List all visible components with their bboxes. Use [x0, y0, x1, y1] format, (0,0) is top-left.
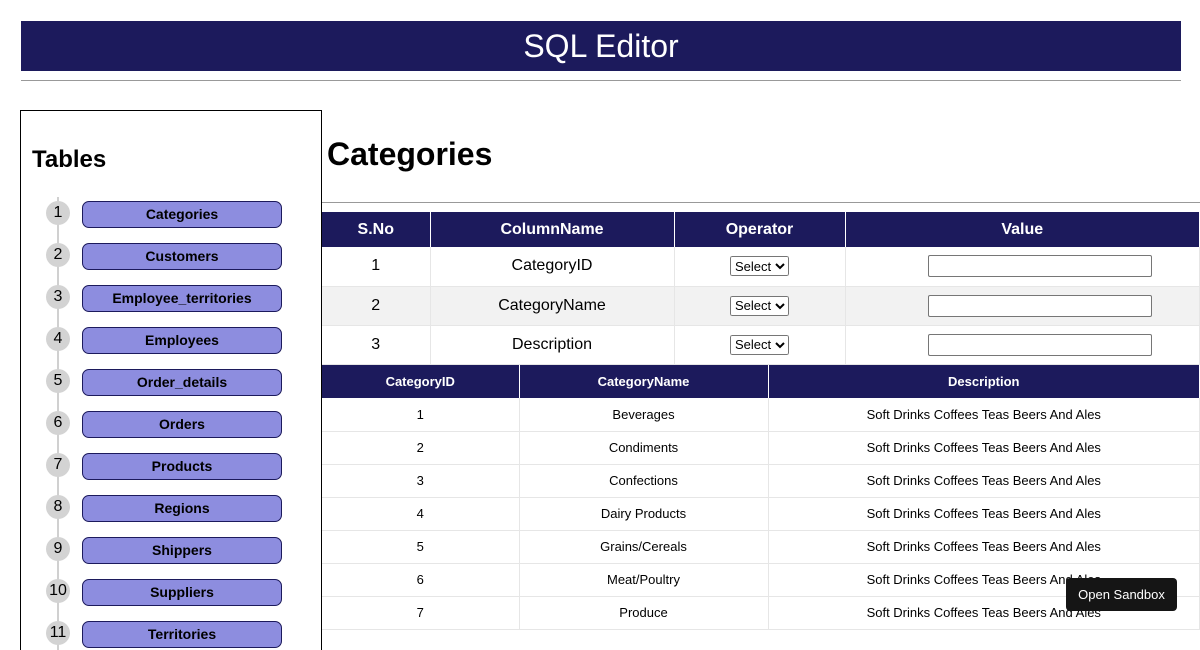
table-row: 5 Grains/Cereals Soft Drinks Coffees Tea…	[322, 530, 1200, 564]
app-header: SQL Editor	[21, 21, 1181, 71]
description-cell: Soft Drinks Coffees Teas Beers And Ales	[768, 398, 1200, 432]
table-list-item: 2 Customers	[21, 233, 321, 275]
table-list-item: 1 Categories	[21, 191, 321, 233]
header-divider	[21, 80, 1181, 81]
filter-table: S.No ColumnName Operator Value 1 Categor…	[322, 212, 1200, 365]
filter-row: 2 CategoryName Select	[322, 286, 1200, 326]
value-cell	[845, 247, 1200, 287]
serial-number: 2	[322, 286, 431, 326]
column-name: CategoryID	[430, 247, 675, 287]
category-name-cell: Grains/Cereals	[519, 530, 769, 564]
operator-select[interactable]: Select	[730, 295, 789, 316]
value-cell	[845, 286, 1200, 326]
category-name-cell: Condiments	[519, 431, 769, 465]
table-list-item: 8 Regions	[21, 485, 321, 527]
category-id-cell: 2	[322, 431, 520, 465]
filter-row: 3 Description Select	[322, 325, 1200, 365]
table-button-customers[interactable]: Customers	[82, 243, 282, 270]
item-number-badge: 6	[46, 411, 70, 435]
item-number-badge: 10	[46, 579, 70, 603]
category-id-cell: 5	[322, 530, 520, 564]
column-header: Value	[845, 212, 1200, 247]
table-button-employee-territories[interactable]: Employee_territories	[82, 285, 282, 312]
item-number-badge: 7	[46, 453, 70, 477]
table-button-categories[interactable]: Categories	[82, 201, 282, 228]
value-cell	[845, 325, 1200, 365]
table-list-item: 9 Shippers	[21, 527, 321, 569]
description-cell: Soft Drinks Coffees Teas Beers And Ales	[768, 431, 1200, 465]
serial-number: 1	[322, 247, 431, 287]
column-name: Description	[430, 325, 675, 365]
table-button-orders[interactable]: Orders	[82, 411, 282, 438]
description-cell: Soft Drinks Coffees Teas Beers And Ales	[768, 464, 1200, 498]
page-title: Categories	[327, 136, 493, 172]
category-name-cell: Confections	[519, 464, 769, 498]
sidebar-title: Tables	[32, 146, 107, 173]
table-row: 3 Confections Soft Drinks Coffees Teas B…	[322, 464, 1200, 498]
category-id-cell: 1	[322, 398, 520, 432]
item-number-badge: 4	[46, 327, 70, 351]
filter-header-row: S.No ColumnName Operator Value	[322, 212, 1200, 247]
table-list-item: 7 Products	[21, 443, 321, 485]
table-list-item: 10 Suppliers	[21, 569, 321, 611]
table-list-item: 6 Orders	[21, 401, 321, 443]
table-row: 1 Beverages Soft Drinks Coffees Teas Bee…	[322, 398, 1200, 432]
category-id-cell: 4	[322, 497, 520, 531]
operator-cell: Select	[674, 286, 846, 326]
app-title: SQL Editor	[523, 28, 679, 64]
column-header: Operator	[674, 212, 846, 247]
category-name-cell: Beverages	[519, 398, 769, 432]
table-button-shippers[interactable]: Shippers	[82, 537, 282, 564]
value-input[interactable]	[928, 294, 1153, 317]
results-header-row: CategoryID CategoryName Description	[322, 365, 1200, 398]
value-input[interactable]	[928, 255, 1153, 278]
category-id-cell: 3	[322, 464, 520, 498]
item-number-badge: 9	[46, 537, 70, 561]
table-list-item: 11 Territories	[21, 611, 321, 650]
table-list-item: 3 Employee_territories	[21, 275, 321, 317]
category-name-cell: Meat/Poultry	[519, 563, 769, 597]
table-row: 2 Condiments Soft Drinks Coffees Teas Be…	[322, 431, 1200, 465]
category-id-cell: 7	[322, 596, 520, 630]
open-sandbox-button[interactable]: Open Sandbox	[1066, 578, 1177, 611]
table-button-suppliers[interactable]: Suppliers	[82, 579, 282, 606]
table-list-item: 4 Employees	[21, 317, 321, 359]
operator-select[interactable]: Select	[730, 334, 789, 355]
table-button-regions[interactable]: Regions	[82, 495, 282, 522]
description-cell: Soft Drinks Coffees Teas Beers And Ales	[768, 530, 1200, 564]
category-name-cell: Produce	[519, 596, 769, 630]
item-number-badge: 5	[46, 369, 70, 393]
table-row: 4 Dairy Products Soft Drinks Coffees Tea…	[322, 497, 1200, 531]
serial-number: 3	[322, 325, 431, 365]
column-header: CategoryName	[519, 365, 769, 398]
item-number-badge: 8	[46, 495, 70, 519]
item-number-badge: 1	[46, 201, 70, 225]
category-name-cell: Dairy Products	[519, 497, 769, 531]
item-number-badge: 11	[46, 621, 70, 645]
table-button-territories[interactable]: Territories	[82, 621, 282, 648]
column-header: ColumnName	[430, 212, 675, 247]
table-button-employees[interactable]: Employees	[82, 327, 282, 354]
description-cell: Soft Drinks Coffees Teas Beers And Ales	[768, 497, 1200, 531]
table-button-order-details[interactable]: Order_details	[82, 369, 282, 396]
value-input[interactable]	[928, 333, 1153, 356]
column-header: S.No	[322, 212, 431, 247]
column-header: Description	[768, 365, 1200, 398]
column-name: CategoryName	[430, 286, 675, 326]
table-button-products[interactable]: Products	[82, 453, 282, 480]
title-divider	[322, 202, 1200, 203]
filter-row: 1 CategoryID Select	[322, 247, 1200, 287]
item-number-badge: 3	[46, 285, 70, 309]
table-list: 1 Categories 2 Customers 3 Employee_terr…	[21, 191, 321, 650]
column-header: CategoryID	[322, 365, 520, 398]
item-number-badge: 2	[46, 243, 70, 267]
operator-select[interactable]: Select	[730, 256, 789, 277]
tables-sidebar: Tables 1 Categories 2 Customers 3 Employ…	[20, 110, 322, 650]
operator-cell: Select	[674, 247, 846, 287]
table-list-item: 5 Order_details	[21, 359, 321, 401]
operator-cell: Select	[674, 325, 846, 365]
category-id-cell: 6	[322, 563, 520, 597]
